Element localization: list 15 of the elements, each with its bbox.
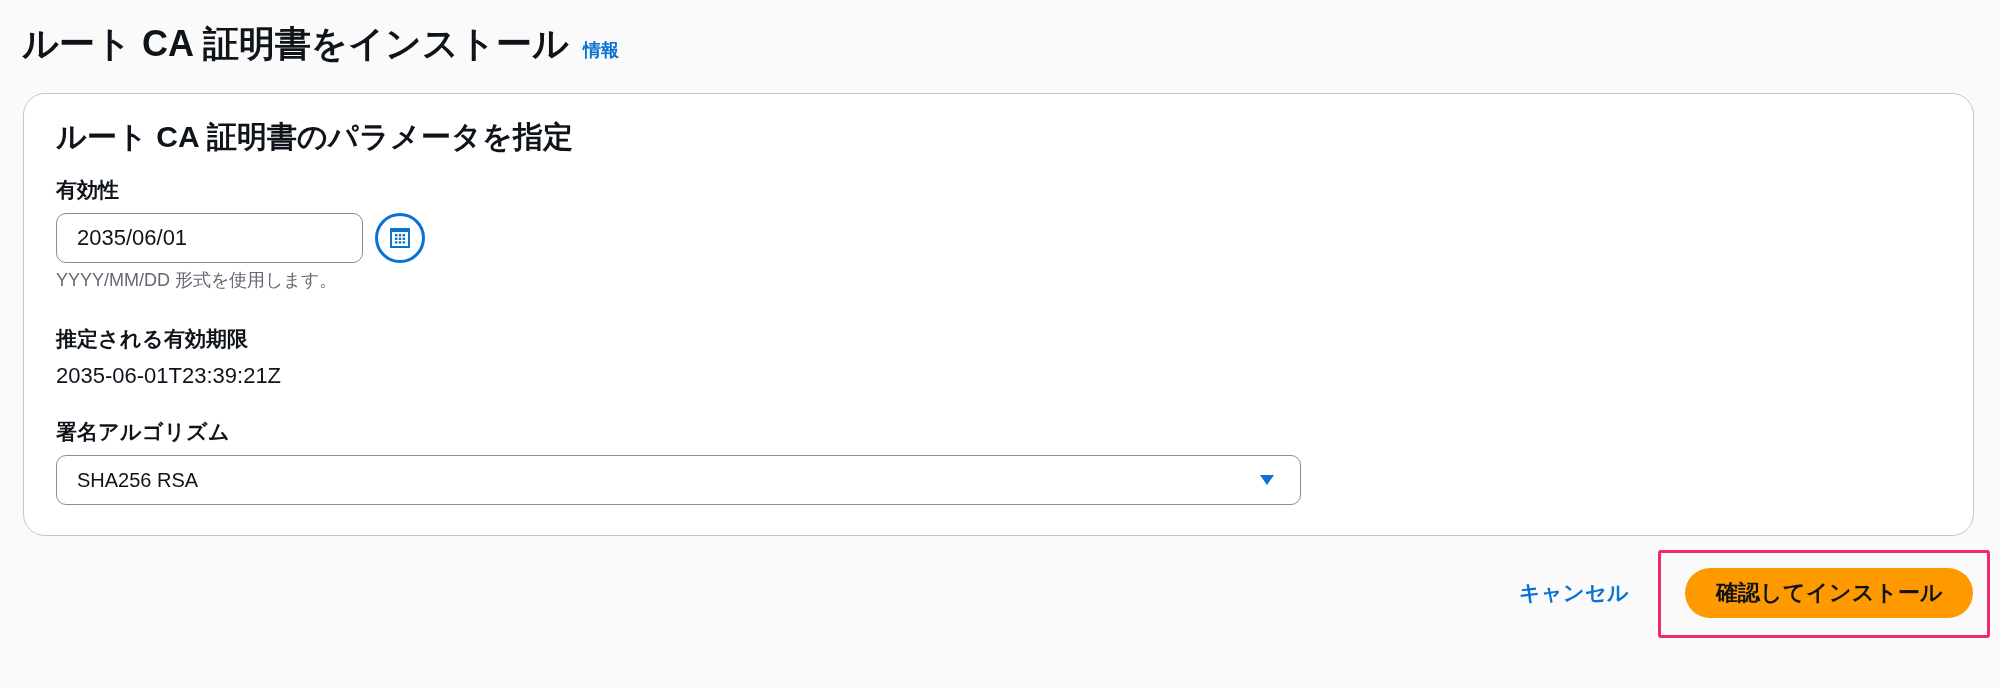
field-hint: YYYY/MM/DD 形式を使用します。 [56, 269, 337, 291]
calendar-icon [390, 228, 410, 248]
field-label: 署名アルゴリズム [56, 420, 230, 444]
cancel-link[interactable]: キャンセル [1519, 579, 1629, 607]
select-dropdown[interactable]: SHA256 RSA [56, 455, 1301, 505]
caret-down-icon [1260, 475, 1274, 485]
field-label: 有効性 [56, 178, 119, 202]
info-link[interactable]: 情報 [582, 38, 619, 62]
date-input[interactable]: 2035/06/01 [56, 213, 363, 263]
page-title: ルート CA 証明書をインストール [22, 22, 569, 66]
install-button[interactable]: 確認してインストール [1685, 568, 1973, 618]
field-label: 推定される有効期限 [56, 327, 248, 351]
card-heading: ルート CA 証明書のパラメータを指定 [56, 120, 573, 154]
calendar-button[interactable] [375, 213, 425, 263]
field-value: 2035-06-01T23:39:21Z [56, 364, 282, 388]
